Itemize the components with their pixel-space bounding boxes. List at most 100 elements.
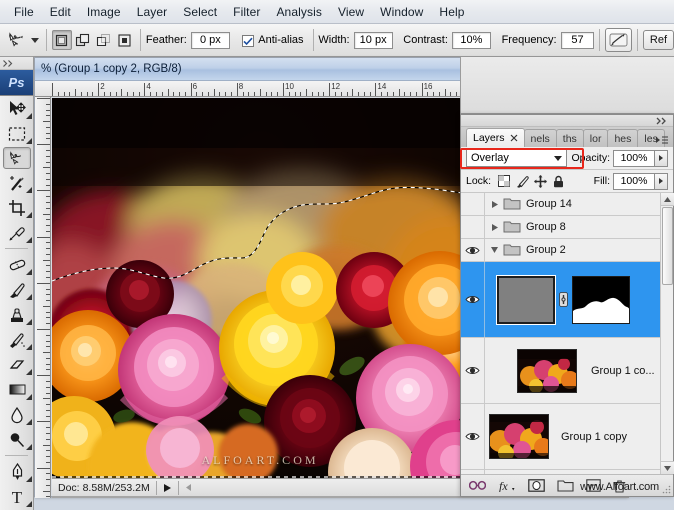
add-layer-mask-icon[interactable] <box>528 479 545 492</box>
visibility-toggle[interactable] <box>461 338 485 403</box>
anti-alias-label: Anti-alias <box>258 34 304 46</box>
visibility-toggle[interactable] <box>461 404 485 469</box>
scroll-up-arrow-icon[interactable] <box>660 193 674 206</box>
rectangular-marquee-tool[interactable] <box>0 121 34 146</box>
magnetic-lasso-icon[interactable] <box>4 27 29 53</box>
layers-scrollbar[interactable] <box>660 193 674 474</box>
tab-layers[interactable]: Layers <box>466 128 525 147</box>
lock-transparency-icon[interactable] <box>497 174 511 188</box>
layer-mask-thumbnail[interactable] <box>572 275 630 324</box>
move-tool[interactable] <box>0 96 34 121</box>
layer-thumbnail[interactable] <box>489 414 549 459</box>
lock-all-icon[interactable] <box>551 174 565 188</box>
new-selection-button[interactable] <box>51 30 72 50</box>
menu-item-analysis[interactable]: Analysis <box>268 3 329 21</box>
intersect-with-selection-button[interactable] <box>115 30 135 50</box>
lock-image-icon[interactable] <box>515 174 529 188</box>
opacity-input[interactable]: 100% <box>613 149 655 167</box>
menu-item-window[interactable]: Window <box>372 3 431 21</box>
visibility-toggle[interactable] <box>461 239 485 261</box>
disclosure-triangle-right-icon[interactable] <box>488 223 501 232</box>
resize-grip-icon[interactable] <box>662 485 671 494</box>
visibility-toggle[interactable] <box>461 262 485 337</box>
subtract-from-selection-button[interactable] <box>94 30 114 50</box>
ruler-major-tick <box>421 83 423 96</box>
menu-item-help[interactable]: Help <box>431 3 472 21</box>
clone-stamp-tool[interactable] <box>0 302 34 327</box>
history-brush-tool[interactable] <box>0 327 34 352</box>
scroll-down-arrow-icon[interactable] <box>660 461 674 474</box>
width-input[interactable]: 10 px <box>353 31 393 49</box>
new-group-icon[interactable] <box>557 479 574 492</box>
visibility-toggle[interactable] <box>461 193 485 215</box>
menu-item-image[interactable]: Image <box>79 3 129 21</box>
vertical-ruler[interactable] <box>35 97 51 498</box>
disclosure-triangle-down-icon[interactable] <box>488 246 501 254</box>
ruler-minor-tick <box>219 92 221 96</box>
contrast-input[interactable]: 10% <box>451 31 491 49</box>
frequency-input[interactable]: 57 <box>560 31 595 49</box>
healing-brush-tool[interactable] <box>0 252 34 277</box>
type-tool[interactable]: T <box>0 484 34 509</box>
ruler-minor-tick <box>46 138 50 140</box>
menu-item-view[interactable]: View <box>330 3 372 21</box>
dodge-tool[interactable] <box>0 427 34 452</box>
ruler-minor-tick <box>46 456 50 458</box>
layer-row-selected-masked-layer[interactable] <box>461 262 673 338</box>
layer-thumbnail[interactable] <box>496 274 556 325</box>
tab-channels[interactable]: nels <box>523 129 557 147</box>
document-image[interactable]: ALFOART.COM <box>52 98 468 480</box>
menu-item-file[interactable]: File <box>6 3 42 21</box>
menu-item-edit[interactable]: Edit <box>42 3 79 21</box>
ruler-label: 2 <box>100 82 105 91</box>
disclosure-triangle-right-icon[interactable] <box>488 200 501 209</box>
add-layer-style-icon[interactable]: fx <box>498 479 516 492</box>
layer-list[interactable]: Group 14 Group 8 Group 2 Group 1 co... G… <box>461 193 673 474</box>
gradient-tool[interactable] <box>0 377 34 402</box>
close-icon[interactable] <box>510 134 518 142</box>
layer-row-group-14[interactable]: Group 14 <box>461 193 673 216</box>
menu-item-select[interactable]: Select <box>175 3 225 21</box>
add-to-selection-button[interactable] <box>73 30 93 50</box>
anti-alias-checkbox[interactable] <box>242 35 255 47</box>
blur-tool[interactable] <box>0 402 34 427</box>
toolbox-collapse-handle[interactable] <box>0 57 33 70</box>
visibility-toggle[interactable] <box>461 216 485 238</box>
link-layers-icon[interactable] <box>469 480 486 491</box>
chain-link-icon[interactable] <box>559 292 568 307</box>
layer-thumbnail[interactable] <box>517 348 577 393</box>
layer-row-group-1-co[interactable]: Group 1 co... <box>461 338 673 404</box>
opacity-slider-arrow-icon[interactable] <box>655 149 668 167</box>
fill-slider-arrow-icon[interactable] <box>655 172 668 190</box>
ruler-minor-tick <box>46 432 50 434</box>
layer-row-group-2[interactable]: Group 2 <box>461 239 673 262</box>
tab-brushes[interactable]: hes <box>607 129 639 147</box>
ruler-minor-tick <box>277 92 279 96</box>
feather-input[interactable]: 0 px <box>190 31 230 49</box>
scrollbar-thumb[interactable] <box>661 207 673 285</box>
eyedropper-tool[interactable] <box>0 220 34 245</box>
double-chevron-right-icon[interactable] <box>656 117 669 125</box>
fill-input[interactable]: 100% <box>613 172 655 190</box>
menu-item-layer[interactable]: Layer <box>129 3 176 21</box>
stylus-pressure-icon[interactable] <box>605 28 632 52</box>
lock-position-icon[interactable] <box>533 174 547 188</box>
panel-menu-icon[interactable] <box>655 135 669 145</box>
tab-color[interactable]: lor <box>582 129 609 147</box>
status-scroll-left-icon[interactable] <box>185 483 192 492</box>
magnetic-lasso-tool[interactable] <box>3 147 31 169</box>
layer-row-group-1-copy[interactable]: Group 1 copy <box>461 404 673 470</box>
magic-wand-tool[interactable] <box>0 170 34 195</box>
layer-row-group-8[interactable]: Group 8 <box>461 216 673 239</box>
eraser-tool[interactable] <box>0 352 34 377</box>
tab-paths[interactable]: ths <box>555 129 584 147</box>
status-play-triangle-right-icon[interactable] <box>163 483 172 493</box>
crop-tool[interactable] <box>0 195 34 220</box>
ruler-minor-tick <box>173 92 175 96</box>
refine-edge-button[interactable]: Ref <box>642 30 674 50</box>
tool-preset-chevron-down-icon[interactable] <box>29 27 41 53</box>
brush-tool[interactable] <box>0 277 34 302</box>
menu-item-filter[interactable]: Filter <box>225 3 268 21</box>
layer-name: Group 1 co... <box>591 364 655 377</box>
pen-tool[interactable] <box>0 459 34 484</box>
